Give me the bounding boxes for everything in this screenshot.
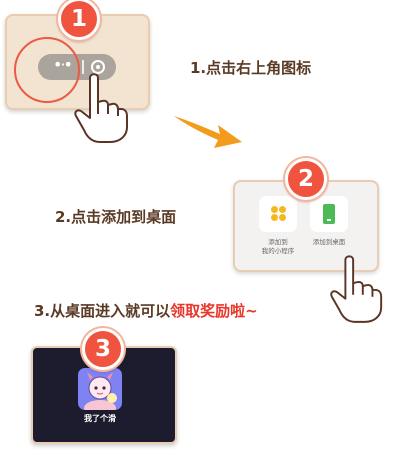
add-to-desktop-icon xyxy=(323,204,335,224)
hand-pointer-icon xyxy=(330,255,383,323)
step2-badge: 2 xyxy=(285,158,327,200)
step1-badge: 1 xyxy=(58,0,100,40)
step3-instruction-prefix: 3.从桌面进入就可以 xyxy=(34,302,171,320)
step3-badge: 3 xyxy=(82,328,124,370)
arrow-right-icon xyxy=(174,116,242,148)
step3-instruction: 3.从桌面进入就可以领取奖励啦~ xyxy=(34,300,258,321)
hand-pointer-icon xyxy=(74,73,128,143)
add-to-my-miniprogram-tile[interactable] xyxy=(259,196,297,232)
app-icon[interactable] xyxy=(78,368,122,410)
step1-instruction: 1.点击右上角图标 xyxy=(190,59,312,77)
step3-instruction-highlight: 领取奖励啦~ xyxy=(170,302,258,320)
add-to-my-miniprogram-icon xyxy=(271,206,278,213)
highlight-circle xyxy=(14,37,80,103)
icon-dot xyxy=(271,214,278,221)
add-to-desktop-tile[interactable] xyxy=(310,196,348,232)
app-mascot-icon xyxy=(84,372,117,410)
icon-dot xyxy=(279,214,286,221)
icon-dot xyxy=(279,206,286,213)
step2-instruction: 2.点击添加到桌面 xyxy=(55,208,177,226)
app-label: 我了个滑 xyxy=(84,414,116,423)
option-label-desktop: 添加到桌面 xyxy=(312,238,346,246)
